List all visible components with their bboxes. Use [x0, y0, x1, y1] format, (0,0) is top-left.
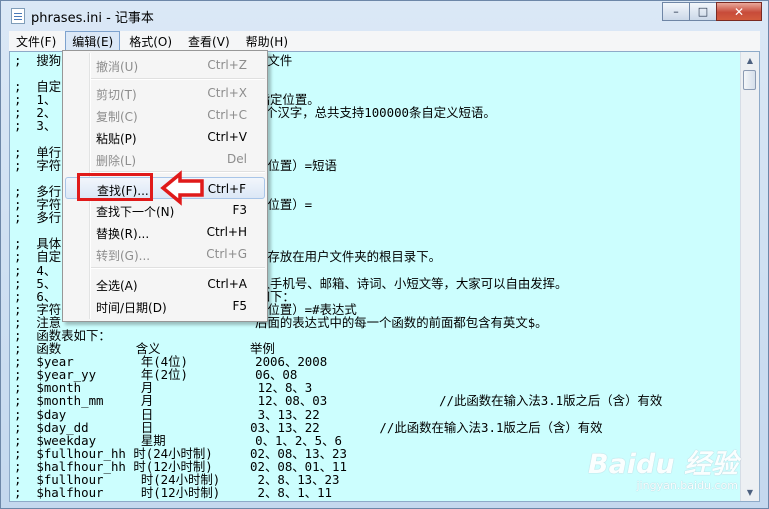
- menu-format[interactable]: 格式(O): [122, 31, 179, 52]
- menu-item-shortcut: Ctrl+F: [207, 182, 246, 196]
- menu-item-time-date[interactable]: 时间/日期(D) F5: [65, 295, 265, 317]
- menu-item-shortcut: Ctrl+C: [207, 108, 247, 122]
- menu-item-shortcut: F3: [232, 203, 247, 217]
- menu-item-shortcut: Ctrl+G: [206, 247, 247, 261]
- baidu-watermark: Baidu 经验 jingyan.baidu.com: [588, 442, 738, 492]
- maximize-button[interactable]: □: [689, 2, 717, 21]
- scroll-down-icon[interactable]: ▼: [742, 484, 758, 501]
- menu-item-delete[interactable]: 删除(L) Del: [65, 148, 265, 170]
- menu-item-label: 撤消(U): [96, 60, 139, 74]
- menu-item-label: 剪切(T): [96, 88, 137, 102]
- vertical-scrollbar[interactable]: ▲ ▼: [740, 52, 759, 501]
- menu-item-label: 转到(G)...: [96, 249, 151, 263]
- menu-item-shortcut: Ctrl+Z: [207, 58, 247, 72]
- menu-item-select-all[interactable]: 全选(A) Ctrl+A: [65, 273, 265, 295]
- menu-item-cut[interactable]: 剪切(T) Ctrl+X: [65, 82, 265, 104]
- menu-item-label: 删除(L): [96, 154, 137, 168]
- menu-item-label: 复制(C): [96, 110, 138, 124]
- menu-item-undo[interactable]: 撤消(U) Ctrl+Z: [65, 54, 265, 76]
- menu-item-label: 替换(R)...: [96, 227, 150, 241]
- window-controls: – □ ✕: [662, 2, 762, 21]
- menu-item-label: 全选(A): [96, 279, 138, 293]
- menu-separator: [91, 267, 265, 269]
- title-bar[interactable]: phrases.ini - 记事本 – □ ✕: [1, 1, 768, 31]
- text-line[interactable]: ; $day 日 3、13、22: [14, 407, 735, 420]
- menu-edit[interactable]: 编辑(E): [65, 30, 121, 52]
- menu-item-shortcut: Ctrl+A: [207, 277, 247, 291]
- minimize-button[interactable]: –: [662, 2, 690, 21]
- menu-separator: [91, 78, 265, 80]
- menu-help[interactable]: 帮助(H): [239, 31, 295, 52]
- text-line[interactable]: ; $month_mm 月 12、08、03 //此函数在输入法3.1版之后（含…: [14, 394, 735, 407]
- menu-item-label: 时间/日期(D): [96, 301, 167, 315]
- text-line[interactable]: ; $day_dd 日 03、13、22 //此函数在输入法3.1版之后（含）有…: [14, 421, 735, 434]
- menu-item-goto[interactable]: 转到(G)... Ctrl+G: [65, 243, 265, 265]
- annotation-arrow-icon: [160, 170, 204, 206]
- menu-item-shortcut: Del: [227, 152, 247, 166]
- window-title: phrases.ini - 记事本: [31, 11, 154, 26]
- menu-file[interactable]: 文件(F): [9, 31, 63, 52]
- baidu-logo: Baidu 经验: [588, 449, 739, 480]
- menu-item-label: 粘贴(P): [96, 132, 137, 146]
- menu-bar: 文件(F) 编辑(E) 格式(O) 查看(V) 帮助(H): [9, 30, 760, 52]
- menu-item-replace[interactable]: 替换(R)... Ctrl+H: [65, 221, 265, 243]
- close-button[interactable]: ✕: [716, 2, 762, 21]
- menu-item-shortcut: Ctrl+X: [207, 86, 247, 100]
- scroll-up-icon[interactable]: ▲: [742, 52, 758, 69]
- menu-item-shortcut: F5: [232, 299, 247, 313]
- menu-view[interactable]: 查看(V): [181, 31, 237, 52]
- menu-item-copy[interactable]: 复制(C) Ctrl+C: [65, 104, 265, 126]
- menu-item-paste[interactable]: 粘贴(P) Ctrl+V: [65, 126, 265, 148]
- notepad-app-icon[interactable]: [11, 8, 25, 24]
- annotation-red-box: [77, 173, 153, 201]
- menu-item-shortcut: Ctrl+H: [206, 225, 247, 239]
- scroll-thumb[interactable]: [743, 70, 756, 90]
- menu-item-shortcut: Ctrl+V: [207, 130, 247, 144]
